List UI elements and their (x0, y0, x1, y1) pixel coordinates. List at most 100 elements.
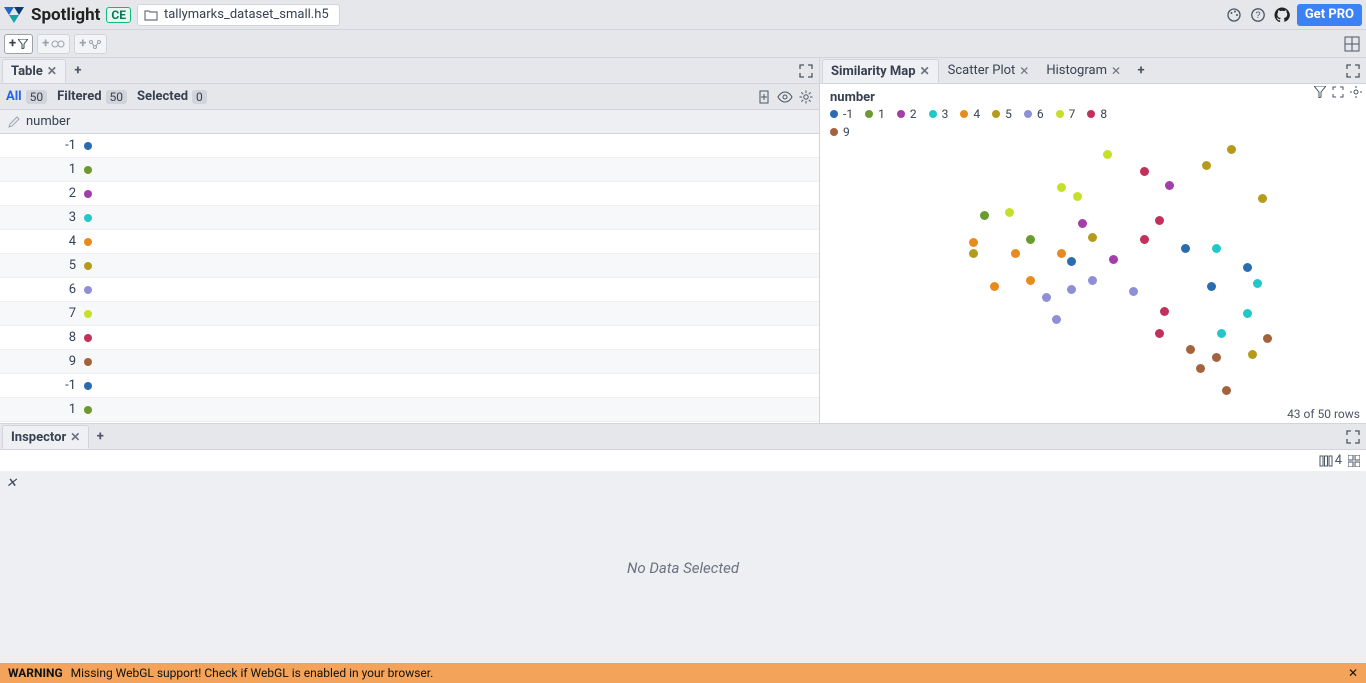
scatter-point[interactable] (1186, 345, 1195, 354)
scatter-point[interactable] (980, 211, 989, 220)
table-row[interactable]: -1 (0, 374, 819, 398)
close-icon[interactable]: ✕ (1019, 64, 1029, 78)
help-icon[interactable]: ? (1249, 6, 1267, 24)
gear-icon[interactable] (1350, 86, 1362, 98)
filter-icon[interactable] (1314, 86, 1326, 98)
count-filtered[interactable]: Filtered 50 (57, 89, 127, 104)
scatter-point[interactable] (1057, 249, 1066, 258)
table-row[interactable]: 1 (0, 398, 819, 422)
scatter-point[interactable] (1155, 216, 1164, 225)
scatter-point[interactable] (1207, 282, 1216, 291)
legend-item[interactable]: 1 (865, 107, 885, 121)
tab-histogram[interactable]: Histogram✕ (1038, 59, 1129, 83)
maximize-icon[interactable] (795, 64, 817, 78)
table-row[interactable]: 8 (0, 326, 819, 350)
scatter-point[interactable] (1052, 315, 1061, 324)
gear-icon[interactable] (799, 90, 813, 104)
github-icon[interactable] (1273, 6, 1291, 24)
eye-icon[interactable] (777, 90, 793, 104)
close-icon[interactable]: ✕ (47, 64, 57, 78)
scatter-point[interactable] (969, 238, 978, 247)
scatter-point[interactable] (1088, 233, 1097, 242)
close-icon[interactable]: ✕ (1348, 666, 1358, 680)
scatter-point[interactable] (990, 282, 999, 291)
get-pro-button[interactable]: Get PRO (1297, 4, 1362, 26)
legend-item[interactable]: 6 (1024, 107, 1044, 121)
maximize-icon[interactable] (1342, 64, 1364, 78)
table-row[interactable]: 7 (0, 302, 819, 326)
scatter-point[interactable] (1181, 244, 1190, 253)
table-row[interactable]: 6 (0, 278, 819, 302)
scatter-point[interactable] (1212, 353, 1221, 362)
scatter-point[interactable] (1067, 257, 1076, 266)
table-row[interactable]: -1 (0, 134, 819, 158)
tab-similarity-map[interactable]: Similarity Map✕ (822, 59, 939, 83)
scatter-point[interactable] (1243, 309, 1252, 318)
table-row[interactable]: 5 (0, 254, 819, 278)
file-chip[interactable]: tallymarks_dataset_small.h5 (137, 4, 340, 26)
layout-icon[interactable] (1344, 36, 1360, 52)
table-row[interactable]: 4 (0, 230, 819, 254)
scatter-point[interactable] (1026, 235, 1035, 244)
add-link-button[interactable]: + (37, 34, 70, 54)
scatter-point[interactable] (1073, 192, 1082, 201)
scatter-point[interactable] (1011, 249, 1020, 258)
add-column-icon[interactable] (757, 90, 771, 104)
close-icon[interactable]: ✕ (70, 430, 80, 444)
scatter-point[interactable] (1129, 287, 1138, 296)
add-tab-button[interactable]: + (89, 426, 111, 448)
close-icon[interactable]: ✕ (1111, 64, 1121, 78)
scatter-point[interactable] (1217, 329, 1226, 338)
scatter-point[interactable] (1109, 255, 1118, 264)
scatter-point[interactable] (1222, 386, 1231, 395)
scatter-point[interactable] (1165, 181, 1174, 190)
legend-item[interactable]: 9 (830, 125, 850, 139)
tab-inspector[interactable]: Inspector ✕ (2, 425, 89, 449)
scatter-point[interactable] (1160, 307, 1169, 316)
scatter-point[interactable] (1263, 334, 1272, 343)
tab-scatter-plot[interactable]: Scatter Plot✕ (940, 59, 1038, 83)
grid-icon[interactable] (1348, 455, 1360, 467)
add-tab-button[interactable]: + (67, 60, 89, 82)
count-selected[interactable]: Selected 0 (137, 89, 207, 104)
scatter-point[interactable] (1253, 279, 1262, 288)
table-row[interactable]: 2 (0, 182, 819, 206)
legend-item[interactable]: 2 (897, 107, 917, 121)
legend-item[interactable]: 7 (1056, 107, 1076, 121)
tab-table[interactable]: Table ✕ (2, 59, 66, 83)
scatter-point[interactable] (1212, 244, 1221, 253)
scatter-point[interactable] (1258, 194, 1267, 203)
scatter-point[interactable] (1078, 219, 1087, 228)
legend-item[interactable]: 5 (992, 107, 1012, 121)
table-row[interactable]: 9 (0, 350, 819, 374)
legend-item[interactable]: 3 (929, 107, 949, 121)
legend-item[interactable]: 8 (1087, 107, 1107, 121)
close-icon[interactable]: ✕ (920, 64, 930, 78)
scatter-point[interactable] (1103, 150, 1112, 159)
maximize-icon[interactable] (1342, 430, 1364, 444)
scatter-point[interactable] (1202, 161, 1211, 170)
palette-icon[interactable] (1225, 6, 1243, 24)
add-tab-button[interactable]: + (1130, 60, 1152, 82)
scatter-point[interactable] (1140, 167, 1149, 176)
scatter-point[interactable] (1042, 293, 1051, 302)
scatter-point[interactable] (1057, 183, 1066, 192)
scatter-point[interactable] (1140, 235, 1149, 244)
scatter-point[interactable] (969, 249, 978, 258)
scatter-point[interactable] (1248, 350, 1257, 359)
scatter-point[interactable] (1026, 276, 1035, 285)
table-row[interactable]: 1 (0, 158, 819, 182)
scatter-point[interactable] (1067, 285, 1076, 294)
table-row[interactable]: 3 (0, 206, 819, 230)
close-icon[interactable]: ✕ (6, 476, 17, 491)
expand-arrows-icon[interactable] (1332, 86, 1344, 98)
table-rows[interactable]: -1123456789-11 (0, 134, 819, 423)
scatter-point[interactable] (1227, 145, 1236, 154)
add-graph-button[interactable]: + (74, 34, 107, 54)
legend-item[interactable]: 4 (960, 107, 980, 121)
scatter-point[interactable] (1155, 329, 1164, 338)
count-all[interactable]: All 50 (6, 89, 47, 104)
columns-icon[interactable]: 4 (1319, 453, 1342, 468)
legend-item[interactable]: -1 (830, 107, 853, 121)
map-body[interactable]: number -1123456789 43 of 50 rows (820, 84, 1366, 423)
